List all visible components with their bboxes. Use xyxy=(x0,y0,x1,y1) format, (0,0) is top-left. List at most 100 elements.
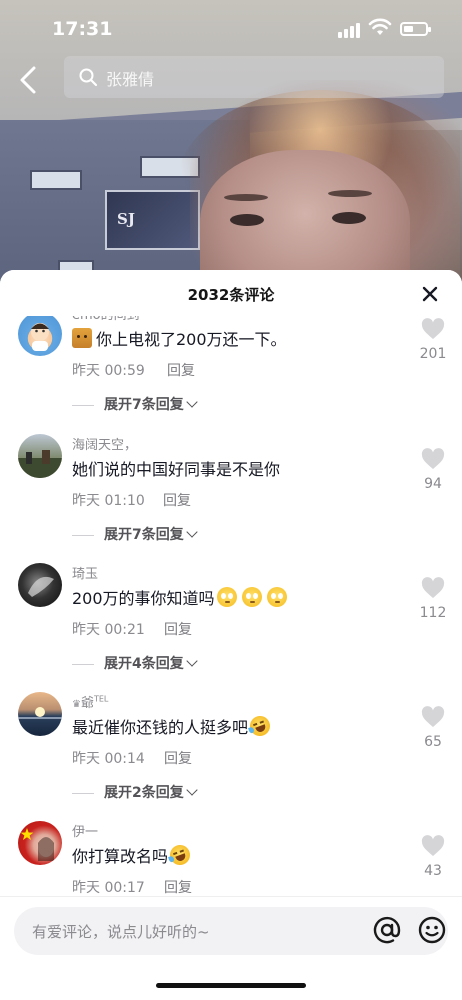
comment-text: 200万的事你知道吗 xyxy=(72,585,287,609)
chevron-down-icon xyxy=(186,784,198,796)
user-avatar[interactable] xyxy=(18,312,62,356)
face-brow xyxy=(328,190,372,197)
comment-text-body: 你上电视了200万还一下。 xyxy=(96,330,287,349)
expand-replies-label: 展开7条回复 xyxy=(104,527,184,543)
building-sign-text: SJ xyxy=(117,210,135,228)
heart-icon xyxy=(421,835,445,856)
expand-replies-button[interactable]: 展开2条回复 xyxy=(72,782,198,802)
user-avatar[interactable] xyxy=(18,434,62,478)
like-button[interactable]: 201 xyxy=(418,318,448,362)
comment-time: 昨天 00:14 xyxy=(72,751,145,767)
cat-emoji-icon xyxy=(72,328,92,348)
comment-item: emo的间到 你上电视了200万还一下。 昨天 00:59 回复 展开7条回复 … xyxy=(0,304,462,427)
comment-text-body: 200万的事你知道吗 xyxy=(72,589,215,608)
status-bar: 17:31 xyxy=(0,0,462,56)
search-bar[interactable]: 张雅倩 xyxy=(64,56,444,98)
comment-input-bar: 有爱评论，说点儿好听的~ xyxy=(0,896,462,1000)
expand-replies-button[interactable]: 展开7条回复 xyxy=(72,394,198,414)
comment-item: 琦玉 200万的事你知道吗 昨天 00:21 回复 展开4条回复 112 xyxy=(0,557,462,686)
comment-sheet: 2032条评论 emo的间到 你上电视了200万还一下。 昨天 00:59 回复… xyxy=(0,270,462,1000)
comment-text: 最近催你还钱的人挺多吧 xyxy=(72,713,273,739)
comment-text-body: 最近催你还钱的人挺多吧 xyxy=(72,718,249,737)
user-avatar[interactable] xyxy=(18,563,62,607)
comment-time: 昨天 00:21 xyxy=(72,622,145,638)
comment-time: 昨天 00:17 xyxy=(72,880,145,896)
like-count: 43 xyxy=(424,863,442,879)
reply-button[interactable]: 回复 xyxy=(163,490,191,510)
heart-icon xyxy=(421,577,445,598)
heart-icon xyxy=(421,706,445,727)
like-button[interactable]: 65 xyxy=(418,706,448,750)
expand-replies-button[interactable]: 展开7条回复 xyxy=(72,524,198,544)
search-query: 张雅倩 xyxy=(106,70,155,89)
like-button[interactable]: 94 xyxy=(418,448,448,492)
like-count: 94 xyxy=(424,476,442,492)
comment-text: 你上电视了200万还一下。 xyxy=(72,326,287,350)
reply-button[interactable]: 回复 xyxy=(164,748,192,768)
comment-item: ♛爺TEL 最近催你还钱的人挺多吧 昨天 00:14 回复 展开2条回复 65 xyxy=(0,686,462,815)
user-avatar[interactable] xyxy=(18,821,62,865)
smiley-icon[interactable] xyxy=(417,915,447,945)
comment-sheet-header: 2032条评论 xyxy=(0,270,462,316)
expand-divider xyxy=(72,792,94,794)
comment-text: 你打算改名吗 xyxy=(72,842,193,868)
comment-time: 昨天 01:10 xyxy=(72,493,145,509)
rolling-laughing-face-icon xyxy=(247,713,273,739)
close-icon[interactable] xyxy=(418,282,442,306)
at-icon[interactable] xyxy=(372,915,402,945)
chevron-down-icon xyxy=(186,655,198,667)
comment-username[interactable]: 海阔天空， xyxy=(72,434,137,453)
pleading-face-icon xyxy=(266,587,287,607)
cellular-signal-icon xyxy=(338,22,362,38)
reply-button[interactable]: 回复 xyxy=(164,877,192,897)
reply-button[interactable]: 回复 xyxy=(164,619,192,639)
comment-list[interactable]: emo的间到 你上电视了200万还一下。 昨天 00:59 回复 展开7条回复 … xyxy=(0,304,462,900)
expand-replies-label: 展开7条回复 xyxy=(104,397,184,413)
like-count: 65 xyxy=(424,734,442,750)
search-icon xyxy=(79,68,98,87)
comment-count-title: 2032条评论 xyxy=(187,286,275,304)
status-time: 17:31 xyxy=(52,18,113,40)
heart-icon xyxy=(421,448,445,469)
battery-icon xyxy=(400,22,431,36)
comment-username[interactable]: ♛爺TEL xyxy=(72,692,108,711)
expand-replies-label: 展开2条回复 xyxy=(104,785,184,801)
face-brow xyxy=(224,194,268,201)
rolling-laughing-face-icon xyxy=(167,842,193,868)
like-button[interactable]: 112 xyxy=(418,577,448,621)
crown-icon: ♛ xyxy=(72,699,81,710)
comment-input-placeholder: 有爱评论，说点儿好听的~ xyxy=(32,923,210,941)
comment-username[interactable]: 琦玉 xyxy=(72,563,98,582)
pleading-face-icon xyxy=(216,587,237,607)
comment-time: 昨天 00:59 xyxy=(72,363,145,379)
like-count: 201 xyxy=(419,346,447,362)
comment-text: 她们说的中国好同事是不是你 xyxy=(72,456,280,480)
like-count: 112 xyxy=(419,605,447,621)
username-suffix: TEL xyxy=(93,694,109,704)
chevron-left-icon[interactable] xyxy=(16,60,40,100)
heart-icon xyxy=(421,318,445,339)
building-window xyxy=(30,170,82,190)
user-avatar[interactable] xyxy=(18,692,62,736)
comment-item: 伊一 你打算改名吗 昨天 00:17 回复 43 xyxy=(0,815,462,900)
comment-item: 海阔天空， 她们说的中国好同事是不是你 昨天 01:10 回复 展开7条回复 9… xyxy=(0,428,462,557)
expand-divider xyxy=(72,534,94,536)
expand-divider xyxy=(72,663,94,665)
expand-replies-button[interactable]: 展开4条回复 xyxy=(72,653,198,673)
comment-text-body: 她们说的中国好同事是不是你 xyxy=(72,460,281,479)
reply-button[interactable]: 回复 xyxy=(167,360,195,380)
comment-username[interactable]: 伊一 xyxy=(72,821,98,840)
comment-input[interactable]: 有爱评论，说点儿好听的~ xyxy=(14,907,448,955)
expand-replies-label: 展开4条回复 xyxy=(104,656,184,672)
comment-username-text: 爺 xyxy=(80,696,94,711)
face-eye xyxy=(230,214,264,226)
face-eye xyxy=(332,212,366,224)
chevron-down-icon xyxy=(186,526,198,538)
pleading-face-icon xyxy=(241,587,262,607)
like-button[interactable]: 43 xyxy=(418,835,448,879)
expand-divider xyxy=(72,404,94,406)
home-indicator[interactable] xyxy=(156,983,306,988)
comment-text-body: 你打算改名吗 xyxy=(72,847,169,866)
chevron-down-icon xyxy=(186,396,198,408)
wifi-icon xyxy=(368,18,392,35)
